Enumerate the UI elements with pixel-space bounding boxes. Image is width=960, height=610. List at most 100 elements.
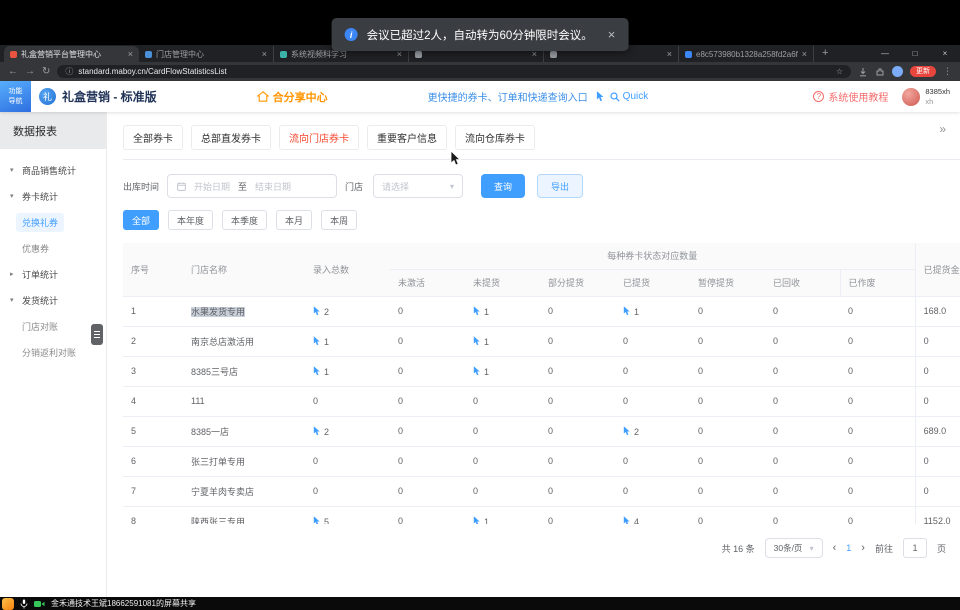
sidebar-group[interactable]: ▸订单统计 [0, 261, 106, 287]
card-type-tab[interactable]: 全部券卡 [123, 125, 183, 150]
tab-close-icon[interactable]: × [262, 49, 267, 59]
window-minimize-button[interactable]: — [870, 49, 900, 58]
tutorial-link[interactable]: ? 系统使用教程 [813, 89, 888, 104]
status-count-cell: 0 [765, 326, 840, 356]
share-center-link[interactable]: 合分享中心 [257, 89, 328, 105]
status-count-cell[interactable]: 1 [465, 506, 540, 524]
forward-icon[interactable]: → [25, 67, 35, 77]
page-size-select[interactable]: 30条/页 ▾ [765, 538, 823, 558]
reload-icon[interactable]: ↻ [42, 67, 50, 77]
camera-icon[interactable] [34, 600, 45, 608]
status-count-cell: 0 [690, 296, 765, 326]
quick-filter-button[interactable]: 全部 [123, 210, 159, 230]
sidebar-collapse-handle[interactable] [91, 324, 103, 345]
end-date-input[interactable]: 结束日期 [255, 180, 291, 193]
status-column-header: 未激活 [390, 269, 465, 296]
status-count-cell[interactable]: 1 [465, 356, 540, 386]
quick-filter-button[interactable]: 本周 [321, 210, 357, 230]
goto-page-input[interactable]: 1 [903, 538, 927, 558]
total-count-cell[interactable]: 1 [305, 326, 390, 356]
store-name: 8385一店 [191, 427, 229, 437]
browser-profile-avatar[interactable] [892, 66, 903, 77]
window-maximize-button[interactable]: □ [900, 49, 930, 58]
chevron-down-icon: ▾ [810, 544, 814, 553]
total-count-cell[interactable]: 5 [305, 506, 390, 524]
sidebar-group[interactable]: ▾商品销售统计 [0, 157, 106, 183]
start-date-input[interactable]: 开始日期 [194, 180, 230, 193]
goto-label: 前往 [875, 542, 893, 555]
notification-close-icon[interactable]: × [608, 27, 616, 42]
browser-tab[interactable]: 门店管理中心× [139, 46, 274, 62]
quick-search-link[interactable]: Quick [610, 91, 649, 102]
browser-menu-icon[interactable]: ⋮ [943, 66, 952, 77]
address-bar[interactable]: ⓘ standard.maboy.cn/CardFlowStatisticsLi… [57, 65, 851, 78]
status-column-header: 暂停提货 [690, 269, 765, 296]
meeting-app-icon[interactable] [2, 598, 14, 610]
browser-tab[interactable]: 礼盒营销平台管理中心 × [4, 46, 139, 62]
quick-filter-button[interactable]: 本季度 [222, 210, 267, 230]
caret-down-icon: ▾ [10, 296, 18, 304]
prev-page-button[interactable]: ‹ [833, 542, 837, 554]
status-count-cell[interactable]: 1 [465, 326, 540, 356]
card-type-tab[interactable]: 重要客户信息 [367, 125, 447, 150]
window-close-button[interactable]: × [930, 49, 960, 58]
status-count-cell: 0 [765, 476, 840, 506]
store-name-cell: 陕西张三专用 [183, 506, 305, 524]
quick-label: Quick [623, 91, 649, 102]
total-count-cell: 0 [305, 476, 390, 506]
user-menu[interactable]: 8385xh xh [902, 87, 950, 107]
total-count-cell[interactable]: 2 [305, 416, 390, 446]
extensions-icon[interactable] [875, 67, 885, 77]
screen: 礼盒营销平台管理中心×门店管理中心×系统视频科学习×××e8c573980b13… [0, 0, 960, 610]
date-range-picker[interactable]: 开始日期 至 结束日期 [167, 174, 337, 198]
status-count-cell[interactable]: 2 [615, 416, 690, 446]
tab-close-icon[interactable]: × [802, 49, 807, 59]
quick-filter-button[interactable]: 本月 [276, 210, 312, 230]
total-count-cell: 0 [305, 446, 390, 476]
browser-tab[interactable]: e8c573980b1328a258fd2a6fl...× [679, 46, 814, 62]
user-name: 8385xh [925, 87, 950, 97]
store-select[interactable]: 请选择 ▾ [373, 174, 463, 198]
total-count-cell[interactable]: 2 [305, 296, 390, 326]
tab-close-icon[interactable]: × [667, 49, 672, 59]
quick-filter-button[interactable]: 本年度 [168, 210, 213, 230]
total-count-cell[interactable]: 1 [305, 356, 390, 386]
store-card-table: 序号 门店名称 录入总数 每种券卡状态对应数量 已提货金额 未激活未提货部分提货… [123, 243, 960, 524]
expand-panel-icon[interactable]: » [939, 122, 946, 136]
status-count-cell: 0 [840, 446, 915, 476]
sidebar-item[interactable]: 分销返利对账 [0, 339, 106, 365]
status-count-cell[interactable]: 4 [615, 506, 690, 524]
status-column-header: 已回收 [765, 269, 840, 296]
screen-share-text: 金禾通技术王斌18662591081的屏幕共享 [51, 598, 196, 609]
tab-close-icon[interactable]: × [128, 49, 133, 59]
status-count-cell: 0 [540, 296, 615, 326]
card-type-tab[interactable]: 流向门店券卡 [279, 125, 359, 150]
status-count-cell: 0 [690, 356, 765, 386]
back-icon[interactable]: ← [8, 67, 18, 77]
site-info-icon[interactable]: ⓘ [65, 66, 73, 77]
tab-title: 礼盒营销平台管理中心 [21, 49, 124, 60]
next-page-button[interactable]: › [861, 542, 865, 554]
status-count-cell[interactable]: 1 [465, 296, 540, 326]
status-count-cell[interactable]: 1 [615, 296, 690, 326]
sidebar-item[interactable]: 优惠券 [0, 235, 106, 261]
sidebar-group[interactable]: ▾券卡统计 [0, 183, 106, 209]
card-type-tab[interactable]: 总部直发券卡 [191, 125, 271, 150]
sidebar-title: 数据报表 [0, 112, 106, 149]
export-button[interactable]: 导出 [537, 174, 583, 198]
function-nav-toggle[interactable]: 功能 导航 [0, 81, 31, 112]
download-icon[interactable] [858, 67, 868, 77]
new-tab-button[interactable]: + [822, 47, 828, 59]
mouse-cursor [450, 151, 462, 167]
search-button[interactable]: 查询 [481, 174, 525, 198]
sidebar-group[interactable]: ▾发货统计 [0, 287, 106, 313]
microphone-icon[interactable] [20, 599, 28, 609]
page-number[interactable]: 1 [846, 543, 851, 553]
amount-cell: 1152.0 [915, 506, 960, 524]
sidebar-item[interactable]: 兑换礼券 [0, 209, 106, 235]
card-type-tab[interactable]: 流向仓库券卡 [455, 125, 535, 150]
bookmark-star-icon[interactable]: ☆ [836, 67, 843, 76]
status-count-cell: 0 [540, 506, 615, 524]
amount-cell: 0 [915, 386, 960, 416]
browser-update-button[interactable]: 更新 [910, 66, 936, 77]
